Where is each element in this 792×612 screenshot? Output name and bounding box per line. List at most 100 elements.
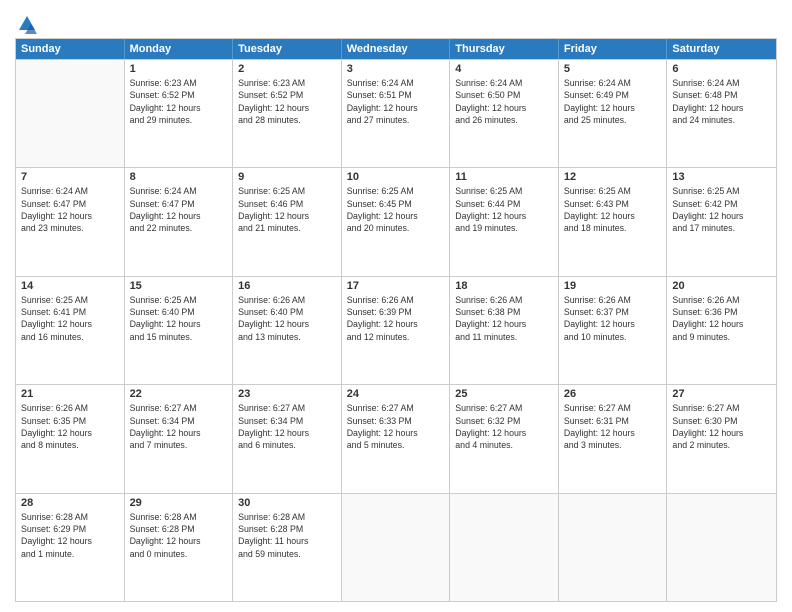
- day-info: Sunrise: 6:26 AM Sunset: 6:35 PM Dayligh…: [21, 402, 119, 451]
- calendar-cell: 16 Sunrise: 6:26 AM Sunset: 6:40 PM Dayli…: [233, 277, 342, 384]
- day-number: 27: [672, 388, 771, 400]
- day-info: Sunrise: 6:23 AM Sunset: 6:52 PM Dayligh…: [238, 77, 336, 126]
- day-info: Sunrise: 6:24 AM Sunset: 6:49 PM Dayligh…: [564, 77, 662, 126]
- day-info: Sunrise: 6:27 AM Sunset: 6:31 PM Dayligh…: [564, 402, 662, 451]
- calendar-cell: 25 Sunrise: 6:27 AM Sunset: 6:32 PM Dayli…: [450, 385, 559, 492]
- calendar-cell: 24 Sunrise: 6:27 AM Sunset: 6:33 PM Dayli…: [342, 385, 451, 492]
- calendar-cell: 23 Sunrise: 6:27 AM Sunset: 6:34 PM Dayli…: [233, 385, 342, 492]
- weekday-header: Sunday: [16, 39, 125, 59]
- day-info: Sunrise: 6:25 AM Sunset: 6:45 PM Dayligh…: [347, 185, 445, 234]
- calendar-cell: 6 Sunrise: 6:24 AM Sunset: 6:48 PM Daylig…: [667, 60, 776, 167]
- calendar-header: SundayMondayTuesdayWednesdayThursdayFrid…: [16, 39, 776, 59]
- page-container: SundayMondayTuesdayWednesdayThursdayFrid…: [0, 0, 792, 612]
- day-number: 2: [238, 63, 336, 75]
- calendar-cell: [667, 494, 776, 601]
- calendar-cell: 15 Sunrise: 6:25 AM Sunset: 6:40 PM Dayli…: [125, 277, 234, 384]
- day-number: 16: [238, 280, 336, 292]
- day-number: 4: [455, 63, 553, 75]
- day-info: Sunrise: 6:25 AM Sunset: 6:43 PM Dayligh…: [564, 185, 662, 234]
- day-number: 21: [21, 388, 119, 400]
- day-info: Sunrise: 6:24 AM Sunset: 6:51 PM Dayligh…: [347, 77, 445, 126]
- logo-icon: [17, 14, 37, 34]
- day-number: 7: [21, 171, 119, 183]
- calendar-cell: 21 Sunrise: 6:26 AM Sunset: 6:35 PM Dayli…: [16, 385, 125, 492]
- day-info: Sunrise: 6:26 AM Sunset: 6:37 PM Dayligh…: [564, 294, 662, 343]
- calendar-body: 1Sunrise: 6:23 AM Sunset: 6:52 PM Daylig…: [16, 59, 776, 601]
- day-info: Sunrise: 6:25 AM Sunset: 6:40 PM Dayligh…: [130, 294, 228, 343]
- calendar-cell: 11 Sunrise: 6:25 AM Sunset: 6:44 PM Dayli…: [450, 168, 559, 275]
- day-info: Sunrise: 6:24 AM Sunset: 6:48 PM Dayligh…: [672, 77, 771, 126]
- calendar-row: 21 Sunrise: 6:26 AM Sunset: 6:35 PM Dayli…: [16, 384, 776, 492]
- calendar-cell: [16, 60, 125, 167]
- calendar-cell: 17Sunrise: 6:26 AM Sunset: 6:39 PM Dayli…: [342, 277, 451, 384]
- weekday-header: Wednesday: [342, 39, 451, 59]
- day-number: 29: [130, 497, 228, 509]
- calendar-cell: 18Sunrise: 6:26 AM Sunset: 6:38 PM Dayli…: [450, 277, 559, 384]
- day-number: 23: [238, 388, 336, 400]
- day-info: Sunrise: 6:23 AM Sunset: 6:52 PM Dayligh…: [130, 77, 228, 126]
- day-info: Sunrise: 6:28 AM Sunset: 6:28 PM Dayligh…: [238, 511, 336, 560]
- day-info: Sunrise: 6:28 AM Sunset: 6:28 PM Dayligh…: [130, 511, 228, 560]
- calendar: SundayMondayTuesdayWednesdayThursdayFrid…: [15, 38, 777, 602]
- day-number: 25: [455, 388, 553, 400]
- day-number: 12: [564, 171, 662, 183]
- calendar-cell: 10 Sunrise: 6:25 AM Sunset: 6:45 PM Dayli…: [342, 168, 451, 275]
- day-info: Sunrise: 6:27 AM Sunset: 6:34 PM Dayligh…: [238, 402, 336, 451]
- day-number: 28: [21, 497, 119, 509]
- day-number: 10: [347, 171, 445, 183]
- weekday-header: Saturday: [667, 39, 776, 59]
- calendar-cell: 30 Sunrise: 6:28 AM Sunset: 6:28 PM Dayli…: [233, 494, 342, 601]
- day-number: 30: [238, 497, 336, 509]
- calendar-cell: 28 Sunrise: 6:28 AM Sunset: 6:29 PM Dayli…: [16, 494, 125, 601]
- day-info: Sunrise: 6:25 AM Sunset: 6:46 PM Dayligh…: [238, 185, 336, 234]
- day-number: 3: [347, 63, 445, 75]
- header: [15, 10, 777, 30]
- calendar-cell: 8 Sunrise: 6:24 AM Sunset: 6:47 PM Daylig…: [125, 168, 234, 275]
- calendar-cell: 26 Sunrise: 6:27 AM Sunset: 6:31 PM Dayli…: [559, 385, 668, 492]
- calendar-cell: 2 Sunrise: 6:23 AM Sunset: 6:52 PM Daylig…: [233, 60, 342, 167]
- day-number: 14: [21, 280, 119, 292]
- weekday-header: Thursday: [450, 39, 559, 59]
- day-info: Sunrise: 6:25 AM Sunset: 6:44 PM Dayligh…: [455, 185, 553, 234]
- day-number: 13: [672, 171, 771, 183]
- calendar-row: 28 Sunrise: 6:28 AM Sunset: 6:29 PM Dayli…: [16, 493, 776, 601]
- day-number: 26: [564, 388, 662, 400]
- day-number: 5: [564, 63, 662, 75]
- calendar-cell: 19 Sunrise: 6:26 AM Sunset: 6:37 PM Dayli…: [559, 277, 668, 384]
- day-number: 9: [238, 171, 336, 183]
- day-info: Sunrise: 6:26 AM Sunset: 6:39 PM Dayligh…: [347, 294, 445, 343]
- day-info: Sunrise: 6:24 AM Sunset: 6:47 PM Dayligh…: [21, 185, 119, 234]
- day-number: 15: [130, 280, 228, 292]
- calendar-cell: 13 Sunrise: 6:25 AM Sunset: 6:42 PM Dayli…: [667, 168, 776, 275]
- day-info: Sunrise: 6:27 AM Sunset: 6:34 PM Dayligh…: [130, 402, 228, 451]
- day-number: 6: [672, 63, 771, 75]
- calendar-cell: [559, 494, 668, 601]
- calendar-cell: [342, 494, 451, 601]
- day-info: Sunrise: 6:26 AM Sunset: 6:38 PM Dayligh…: [455, 294, 553, 343]
- day-info: Sunrise: 6:26 AM Sunset: 6:40 PM Dayligh…: [238, 294, 336, 343]
- calendar-cell: 5 Sunrise: 6:24 AM Sunset: 6:49 PM Daylig…: [559, 60, 668, 167]
- day-info: Sunrise: 6:24 AM Sunset: 6:47 PM Dayligh…: [130, 185, 228, 234]
- logo: [15, 14, 37, 30]
- day-info: Sunrise: 6:24 AM Sunset: 6:50 PM Dayligh…: [455, 77, 553, 126]
- calendar-cell: 3 Sunrise: 6:24 AM Sunset: 6:51 PM Daylig…: [342, 60, 451, 167]
- calendar-cell: 14Sunrise: 6:25 AM Sunset: 6:41 PM Dayli…: [16, 277, 125, 384]
- day-number: 11: [455, 171, 553, 183]
- day-number: 8: [130, 171, 228, 183]
- weekday-header: Friday: [559, 39, 668, 59]
- day-info: Sunrise: 6:27 AM Sunset: 6:32 PM Dayligh…: [455, 402, 553, 451]
- day-number: 22: [130, 388, 228, 400]
- weekday-header: Tuesday: [233, 39, 342, 59]
- day-info: Sunrise: 6:28 AM Sunset: 6:29 PM Dayligh…: [21, 511, 119, 560]
- day-info: Sunrise: 6:26 AM Sunset: 6:36 PM Dayligh…: [672, 294, 771, 343]
- calendar-cell: 27Sunrise: 6:27 AM Sunset: 6:30 PM Dayli…: [667, 385, 776, 492]
- day-info: Sunrise: 6:27 AM Sunset: 6:33 PM Dayligh…: [347, 402, 445, 451]
- day-number: 20: [672, 280, 771, 292]
- calendar-cell: 4 Sunrise: 6:24 AM Sunset: 6:50 PM Daylig…: [450, 60, 559, 167]
- calendar-cell: 9 Sunrise: 6:25 AM Sunset: 6:46 PM Daylig…: [233, 168, 342, 275]
- day-info: Sunrise: 6:25 AM Sunset: 6:42 PM Dayligh…: [672, 185, 771, 234]
- calendar-cell: 22 Sunrise: 6:27 AM Sunset: 6:34 PM Dayli…: [125, 385, 234, 492]
- calendar-cell: [450, 494, 559, 601]
- day-number: 19: [564, 280, 662, 292]
- day-number: 24: [347, 388, 445, 400]
